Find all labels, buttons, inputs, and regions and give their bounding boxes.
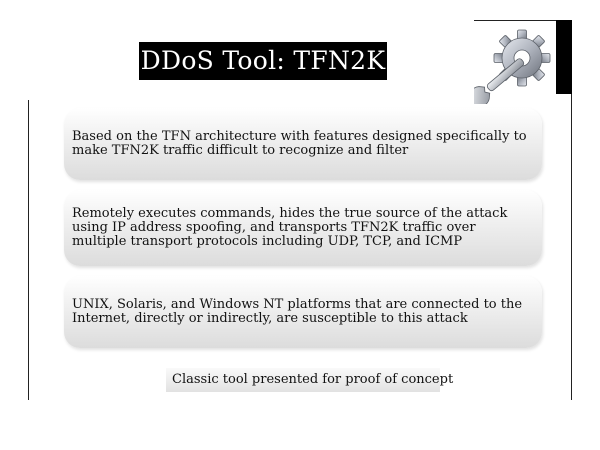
bullet-text: UNIX, Solaris, and Windows NT platforms … (72, 297, 523, 326)
slide: DDoS Tool: TFN2K Based on the TFN archit… (0, 0, 600, 450)
bullet-text: Remotely executes commands, hides the tr… (72, 206, 508, 249)
bullet-box: Based on the TFN architecture with featu… (64, 108, 542, 180)
frame-right-line (571, 94, 572, 400)
frame-right-bar (556, 20, 572, 94)
bullet-text: Based on the TFN architecture with featu… (72, 129, 527, 158)
gear-wrench-icon (474, 29, 551, 104)
bullet-box: UNIX, Solaris, and Windows NT platforms … (64, 276, 542, 348)
note-box: Classic tool presented for proof of conc… (166, 368, 453, 392)
slide-title: DDoS Tool: TFN2K (139, 42, 387, 80)
frame-left-line (28, 100, 29, 400)
bullet-box: Remotely executes commands, hides the tr… (64, 190, 542, 266)
